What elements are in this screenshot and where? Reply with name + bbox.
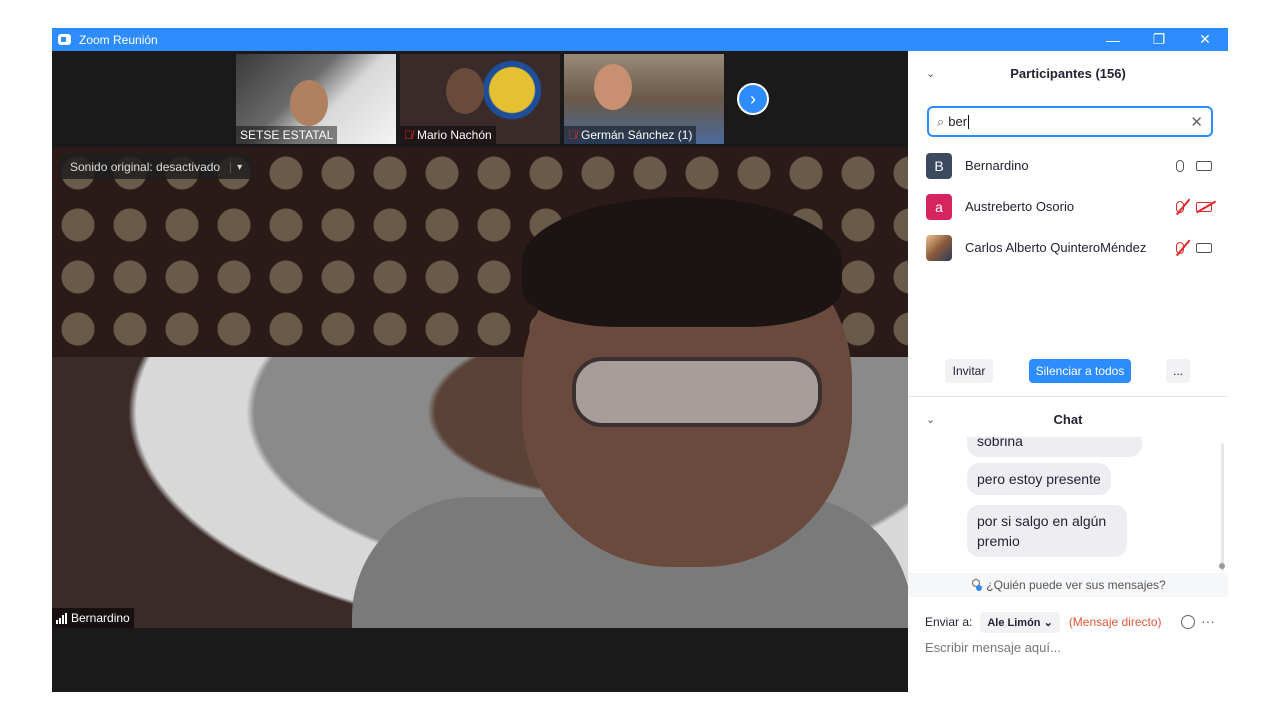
participant-actions: Invitar Silenciar a todos ... bbox=[908, 359, 1228, 383]
chat-title: Chat bbox=[1053, 411, 1083, 427]
send-to-row: Enviar a: Ale Limón ⌄ (Mensaje directo) … bbox=[925, 610, 1215, 634]
mute-all-button[interactable]: Silenciar a todos bbox=[1029, 359, 1131, 383]
thumbnail-strip: SETSE ESTATAL 🎙̸ Mario Nachón 🎙̸ Germán … bbox=[236, 54, 724, 144]
send-to-label: Enviar a: bbox=[925, 615, 973, 629]
window-title: Zoom Reunión bbox=[79, 32, 158, 47]
side-panel: ⌄ Participantes (156) ⌕ ber ✕ B Bernardi… bbox=[908, 51, 1228, 692]
participants-title: Participantes (156) bbox=[1010, 66, 1126, 81]
video-camera-icon[interactable] bbox=[1196, 160, 1212, 171]
microphone-muted-icon[interactable] bbox=[1176, 241, 1184, 254]
scrollbar-thumb[interactable] bbox=[1219, 563, 1225, 569]
thumbnail-name: Germán Sánchez (1) bbox=[581, 128, 693, 142]
microphone-muted-icon[interactable] bbox=[1176, 200, 1184, 213]
thumbnail-label: SETSE ESTATAL bbox=[236, 126, 338, 144]
collapse-chat-icon[interactable]: ⌄ bbox=[926, 413, 935, 426]
speaker-name-tag: Bernardino bbox=[52, 608, 134, 628]
participant-search-input[interactable]: ⌕ ber ✕ bbox=[927, 106, 1213, 137]
mic-muted-icon: 🎙̸ bbox=[568, 128, 577, 142]
minimize-button[interactable]: — bbox=[1090, 28, 1136, 51]
avatar: B bbox=[926, 152, 952, 179]
chat-messages: sobrina pero estoy presente por si salgo… bbox=[908, 437, 1228, 570]
panel-divider bbox=[908, 396, 1228, 397]
recipient-name: Ale Limón bbox=[987, 616, 1041, 629]
close-button[interactable]: ✕ bbox=[1182, 28, 1228, 51]
more-icon[interactable]: ··· bbox=[1201, 613, 1215, 629]
participant-status-icons bbox=[1176, 200, 1212, 213]
recipient-dropdown[interactable]: Ale Limón ⌄ bbox=[980, 611, 1060, 633]
speaker-hair bbox=[522, 197, 842, 327]
participant-row[interactable]: a Austreberto Osorio bbox=[908, 186, 1228, 227]
zoom-window: Zoom Reunión — ❐ ✕ SETSE ESTATAL 🎙̸ Mari… bbox=[52, 28, 1228, 692]
people-icon bbox=[970, 579, 983, 591]
clear-search-icon[interactable]: ✕ bbox=[1190, 113, 1203, 131]
participant-name: Carlos Alberto QuinteroMéndez bbox=[965, 240, 1147, 255]
text-cursor bbox=[968, 114, 970, 129]
more-options-button[interactable]: ... bbox=[1166, 359, 1190, 383]
video-camera-icon[interactable] bbox=[1196, 242, 1212, 253]
thumbnail-name: SETSE ESTATAL bbox=[240, 128, 334, 142]
mic-muted-icon: 🎙̸ bbox=[404, 128, 413, 142]
chat-header: ⌄ Chat bbox=[908, 401, 1228, 437]
invite-button[interactable]: Invitar bbox=[945, 359, 993, 383]
chat-message: pero estoy presente bbox=[967, 463, 1111, 495]
signal-strength-icon bbox=[56, 612, 67, 624]
speaker-glasses bbox=[572, 357, 822, 427]
participant-row[interactable]: B Bernardino bbox=[908, 145, 1228, 186]
avatar bbox=[926, 234, 952, 261]
thumbnail-label: 🎙̸ Mario Nachón bbox=[400, 126, 496, 144]
video-off-icon[interactable] bbox=[1196, 201, 1212, 212]
participant-status-icons bbox=[1176, 159, 1212, 172]
chat-message: por si salgo en algún premio bbox=[967, 505, 1127, 557]
participant-row[interactable]: Carlos Alberto QuinteroMéndez bbox=[908, 227, 1228, 268]
participants-header: ⌄ Participantes (156) bbox=[908, 51, 1228, 96]
participant-face bbox=[594, 64, 632, 110]
participant-face bbox=[290, 80, 328, 126]
avatar: a bbox=[926, 193, 952, 220]
participant-name: Bernardino bbox=[965, 158, 1029, 173]
chat-message: sobrina bbox=[967, 437, 1142, 457]
next-page-button[interactable]: › bbox=[737, 83, 769, 115]
participant-list: B Bernardino a Austreberto Osorio Carlos… bbox=[908, 145, 1228, 268]
original-sound-dropdown[interactable]: Sonido original: desactivado ▾ bbox=[60, 155, 253, 179]
participant-name: Austreberto Osorio bbox=[965, 199, 1075, 214]
video-area: SETSE ESTATAL 🎙̸ Mario Nachón 🎙̸ Germán … bbox=[52, 51, 908, 692]
search-icon: ⌕ bbox=[937, 113, 945, 129]
search-value[interactable]: ber bbox=[948, 114, 967, 129]
chat-message-input[interactable]: Escribir mensaje aquí... bbox=[925, 640, 1215, 660]
emoji-icon[interactable] bbox=[1181, 615, 1195, 629]
chevron-down-icon[interactable]: ▾ bbox=[230, 161, 242, 173]
microphone-icon[interactable] bbox=[1176, 159, 1184, 172]
speaker-name: Bernardino bbox=[71, 611, 130, 625]
participant-status-icons bbox=[1176, 241, 1212, 254]
thumbnail-video[interactable]: 🎙̸ Germán Sánchez (1) bbox=[564, 54, 724, 144]
thumbnail-video[interactable]: SETSE ESTATAL bbox=[236, 54, 396, 144]
chevron-down-icon: ⌄ bbox=[1043, 616, 1053, 629]
active-speaker-video: Sonido original: desactivado ▾ Bernardin… bbox=[52, 147, 908, 628]
chat-scrollbar[interactable] bbox=[1221, 443, 1224, 571]
original-sound-label: Sonido original: desactivado bbox=[70, 160, 221, 174]
direct-message-label: (Mensaje directo) bbox=[1068, 615, 1162, 629]
collapse-participants-icon[interactable]: ⌄ bbox=[926, 67, 935, 80]
thumbnail-name: Mario Nachón bbox=[417, 128, 492, 142]
window-controls: — ❐ ✕ bbox=[1090, 28, 1228, 51]
message-visibility-link[interactable]: ¿Quién puede ver sus mensajes? bbox=[908, 573, 1228, 597]
zoom-logo-icon bbox=[58, 34, 71, 45]
message-visibility-text: ¿Quién puede ver sus mensajes? bbox=[986, 578, 1166, 592]
thumbnail-label: 🎙̸ Germán Sánchez (1) bbox=[564, 126, 697, 144]
thumbnail-video[interactable]: 🎙̸ Mario Nachón bbox=[400, 54, 560, 144]
restore-button[interactable]: ❐ bbox=[1136, 28, 1182, 51]
participant-face bbox=[446, 68, 484, 114]
title-bar: Zoom Reunión — ❐ ✕ bbox=[52, 28, 1228, 51]
